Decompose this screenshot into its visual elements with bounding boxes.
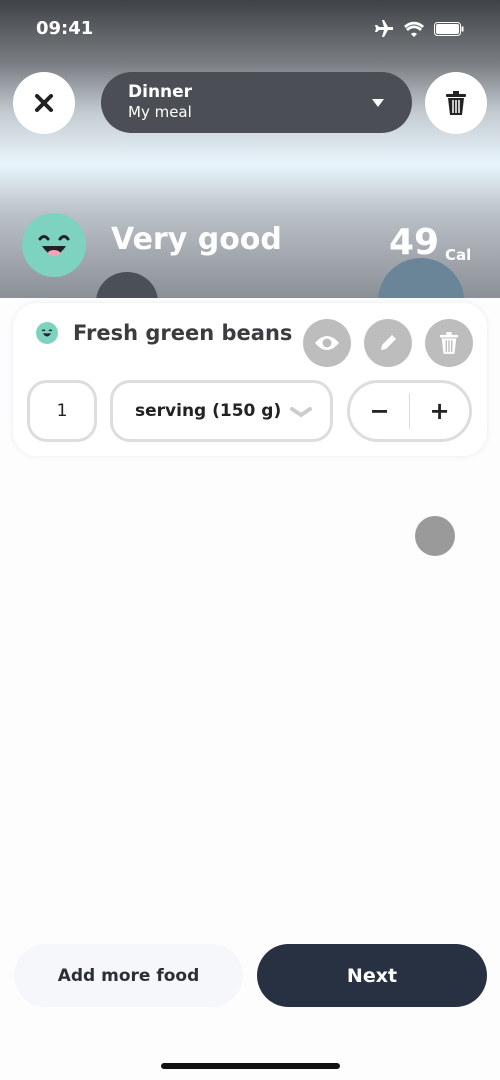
pencil-icon (381, 335, 396, 350)
decrement-button[interactable]: − (350, 397, 409, 425)
meal-title: Dinner (128, 82, 193, 102)
touch-indicator (415, 516, 455, 556)
caret-down-icon (372, 99, 384, 107)
eye-icon (315, 336, 339, 350)
food-item-card: Fresh green beans 1 serving (150 g) − + (13, 303, 487, 456)
calories-unit: Cal (445, 246, 472, 264)
home-indicator (161, 1063, 340, 1069)
next-button[interactable]: Next (257, 944, 487, 1007)
food-rating-face-icon (36, 322, 58, 344)
status-time: 09:41 (36, 18, 94, 39)
quantity-input[interactable]: 1 (27, 380, 97, 442)
delete-meal-button[interactable] (425, 72, 487, 134)
delete-food-button[interactable] (425, 319, 473, 367)
chevron-down-icon (290, 407, 312, 417)
rating-label: Very good (111, 222, 282, 257)
food-name: Fresh green beans (73, 321, 293, 345)
calories-value: 49 (389, 222, 440, 263)
meal-subtitle: My meal (128, 103, 192, 121)
meal-selector[interactable]: Dinner My meal (101, 72, 412, 133)
add-more-food-label: Add more food (57, 965, 200, 986)
view-food-button[interactable] (303, 319, 351, 367)
airplane-icon (375, 19, 393, 37)
status-bar: 09:41 (36, 18, 464, 39)
add-more-food-button[interactable]: Add more food (14, 944, 243, 1007)
rating-face-icon (22, 213, 86, 277)
trash-icon (446, 91, 466, 115)
quantity-stepper: − + (347, 380, 472, 442)
close-icon (35, 94, 53, 112)
next-label: Next (346, 964, 398, 987)
wifi-icon (404, 21, 424, 37)
quantity-value: 1 (56, 401, 68, 421)
edit-food-button[interactable] (364, 319, 412, 367)
food-image-blob (378, 258, 464, 298)
increment-button[interactable]: + (410, 397, 469, 425)
unit-select[interactable]: serving (150 g) (110, 380, 333, 442)
unit-value: serving (150 g) (135, 401, 282, 421)
food-image-blob (96, 272, 158, 298)
close-button[interactable] (13, 72, 75, 134)
battery-icon (434, 21, 464, 36)
trash-icon (439, 332, 459, 354)
meal-header: 09:41 Dinner My meal Very good 49 Cal (0, 0, 500, 298)
